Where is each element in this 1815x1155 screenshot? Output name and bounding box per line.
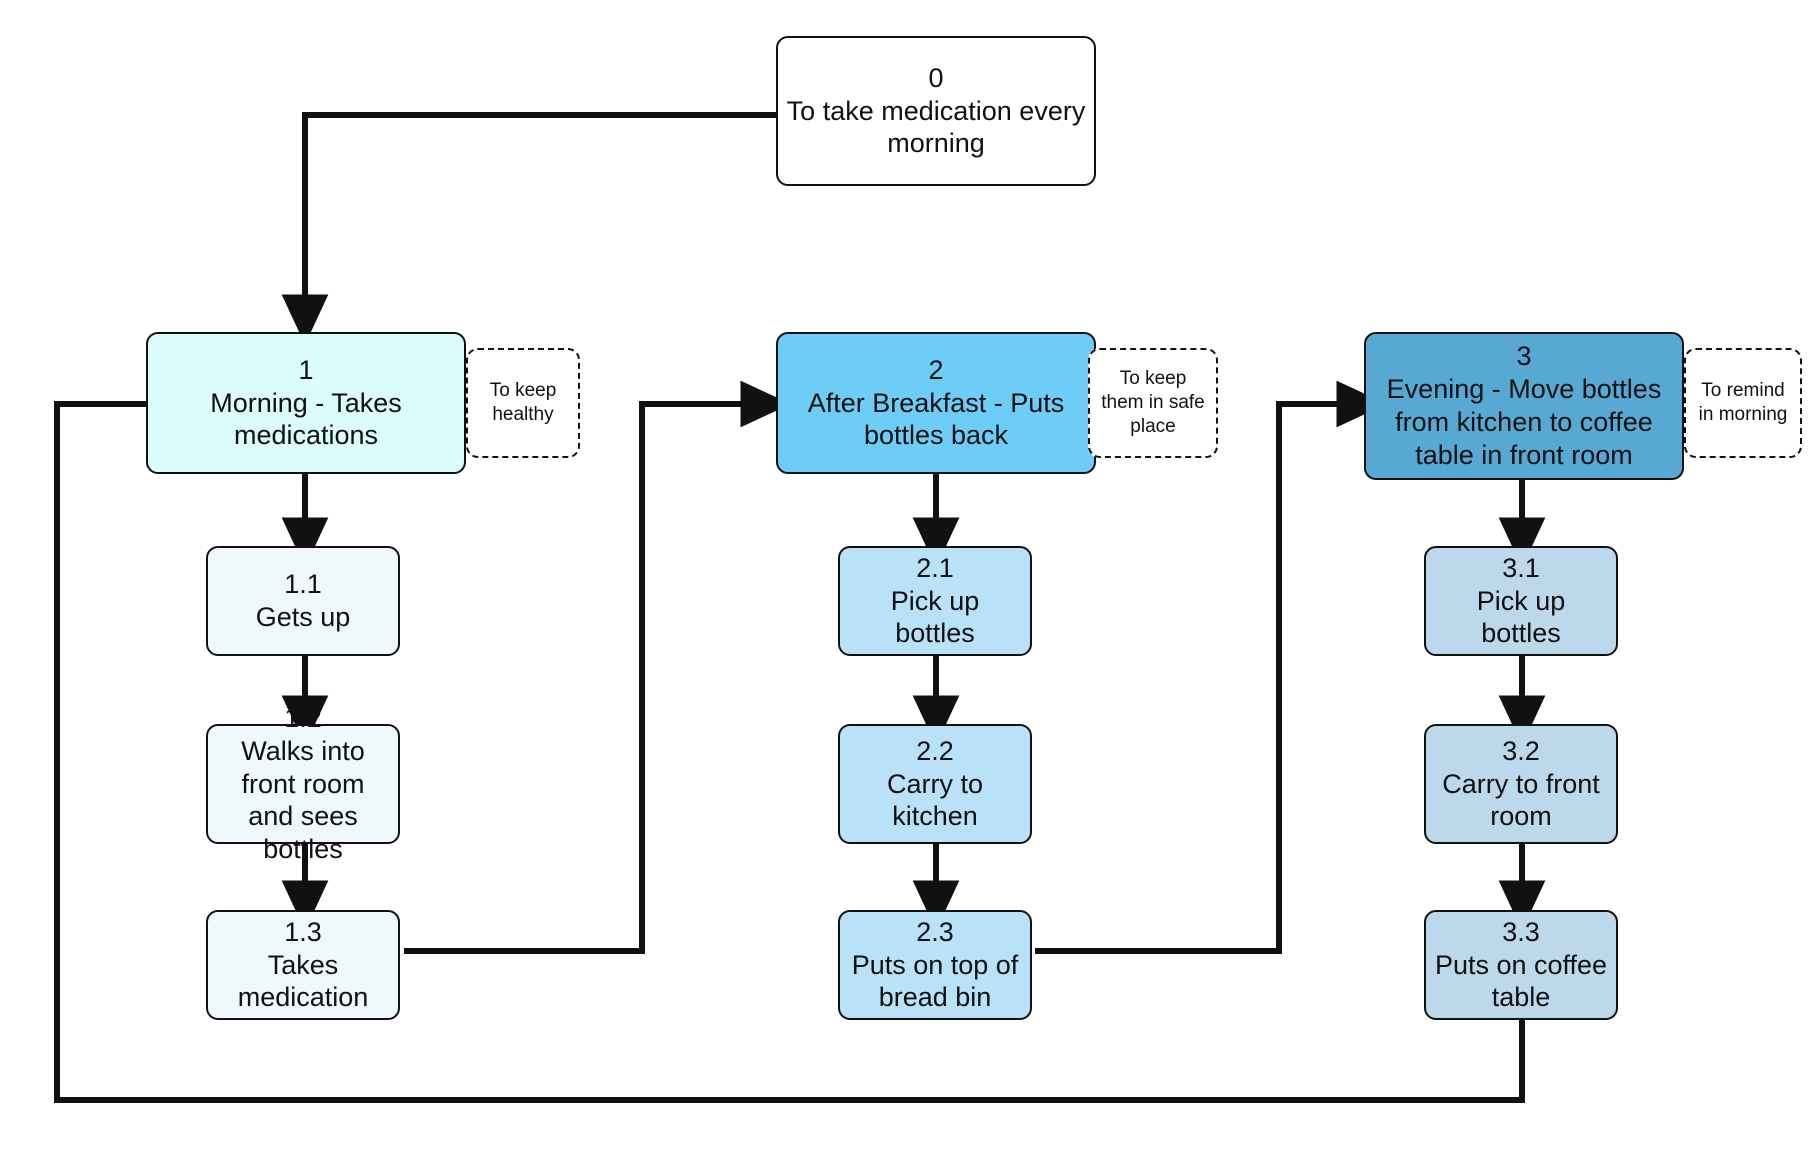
node-step-1-3[interactable]: 1.3 Takes medication [206,910,400,1020]
edge-1-3-to-phase2 [404,380,791,954]
node-step-1-3-label: Takes medication [237,949,369,1013]
node-step-2-3-number: 2.3 [916,916,954,947]
annotation-phase-1: To keep healthy [466,348,580,458]
node-step-2-1-label: Pick up bottles [890,585,980,649]
node-step-1-1-number: 1.1 [284,569,322,600]
node-step-3-1-label: Pick up bottles [1476,585,1566,649]
node-step-1-1[interactable]: 1.1 Gets up [206,546,400,656]
node-phase-2-label: After Breakfast - Puts bottles back [807,387,1065,451]
node-step-3-3-label: Puts on coffee table [1434,949,1608,1013]
node-step-3-1-number: 3.1 [1502,552,1540,583]
node-phase-2[interactable]: 2 After Breakfast - Puts bottles back [776,332,1096,474]
annotation-phase-3: To remind in morning [1684,348,1802,458]
node-goal-0-label: To take medication every morning [786,95,1086,159]
node-step-1-1-label: Gets up [255,602,351,632]
node-step-1-2-label: Walks into front room and sees bottles [241,735,365,865]
node-step-3-3-number: 3.3 [1502,916,1540,947]
node-phase-1[interactable]: 1 Morning - Takes medications [146,332,466,474]
node-phase-3-number: 3 [1516,341,1532,372]
node-step-2-2[interactable]: 2.2 Carry to kitchen [838,724,1032,844]
node-phase-2-number: 2 [928,354,944,385]
edge-2-3-to-phase3 [1035,380,1387,954]
node-phase-1-label: Morning - Takes medications [210,387,402,451]
node-step-2-3[interactable]: 2.3 Puts on top of bread bin [838,910,1032,1020]
node-step-3-2-number: 3.2 [1502,735,1540,766]
annotation-phase-2-text: To keep them in safe place [1101,368,1205,437]
annotation-phase-1-text: To keep healthy [489,380,557,425]
node-step-1-3-number: 1.3 [284,916,322,947]
annotation-phase-2: To keep them in safe place [1088,348,1218,458]
node-step-1-2-number: 1.2 [284,702,322,733]
node-phase-1-number: 1 [298,354,314,385]
node-step-2-1[interactable]: 2.1 Pick up bottles [838,546,1032,656]
node-step-3-2[interactable]: 3.2 Carry to front room [1424,724,1618,844]
node-step-1-2[interactable]: 1.2 Walks into front room and sees bottl… [206,703,400,864]
node-step-2-1-number: 2.1 [916,552,954,583]
node-phase-3-label: Evening - Move bottles from kitchen to c… [1386,374,1662,470]
edge-goal-to-phase1 [281,112,776,345]
node-step-3-1[interactable]: 3.1 Pick up bottles [1424,546,1618,656]
node-phase-3[interactable]: 3 Evening - Move bottles from kitchen to… [1364,332,1684,480]
node-goal-0[interactable]: 0 To take medication every morning [776,36,1096,186]
node-step-2-2-label: Carry to kitchen [886,768,984,832]
node-step-2-2-number: 2.2 [916,735,954,766]
node-step-3-2-label: Carry to front room [1442,768,1600,832]
node-step-3-3[interactable]: 3.3 Puts on coffee table [1424,910,1618,1020]
node-goal-0-number: 0 [928,62,944,93]
diagram-canvas: 0 To take medication every morning 1 Mor… [0,0,1815,1155]
annotation-phase-3-text: To remind in morning [1698,380,1788,425]
node-step-2-3-label: Puts on top of bread bin [851,949,1019,1013]
